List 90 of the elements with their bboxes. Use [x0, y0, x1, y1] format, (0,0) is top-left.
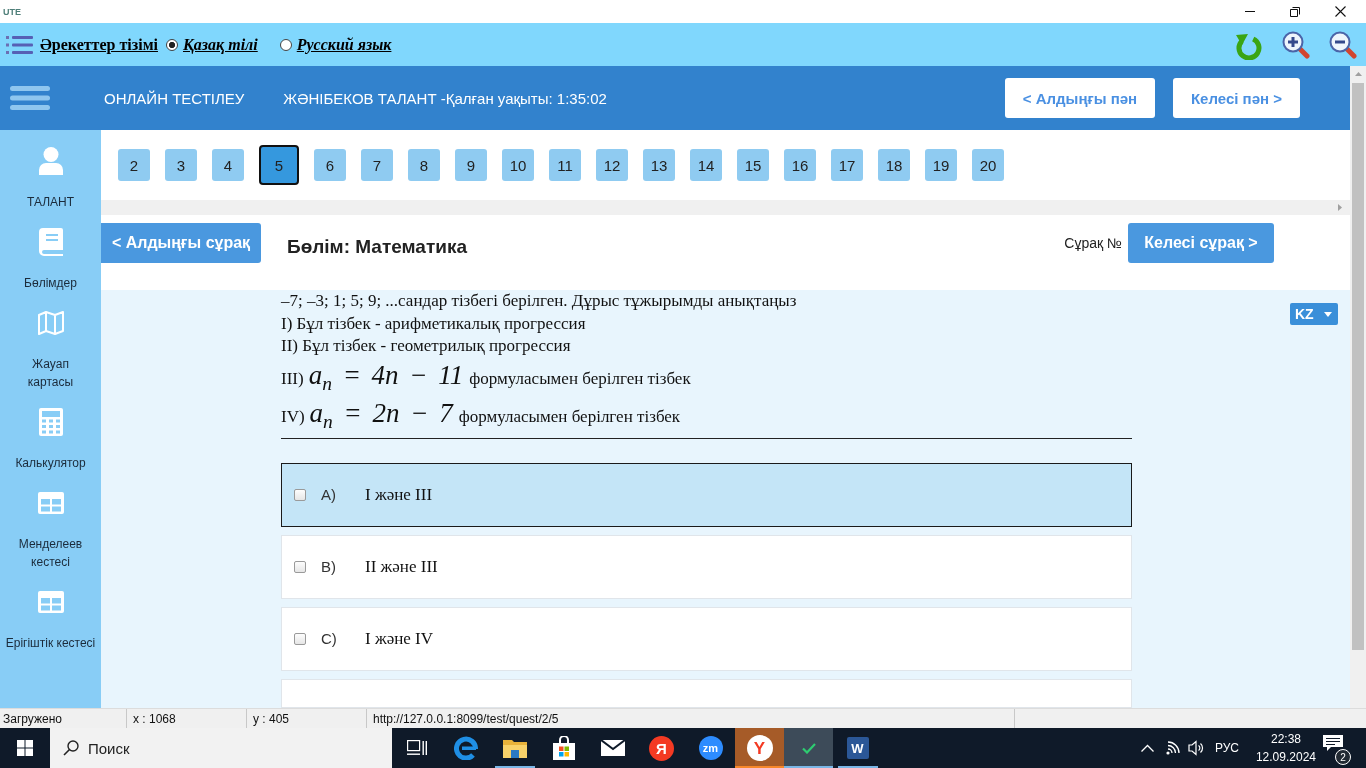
language-link[interactable]: Қазақ тілі — [183, 35, 258, 54]
statement-text: II) Бұл тізбек - геометрилық прогрессия — [281, 335, 572, 357]
question-number-button[interactable]: 6 — [314, 149, 346, 181]
app-title: ОНЛАЙН ТЕСТІЛЕУ — [104, 89, 245, 107]
question-number-button[interactable]: 8 — [408, 149, 440, 181]
table-icon — [37, 591, 64, 613]
question-number-label: Сұрақ № — [1064, 234, 1122, 253]
checkbox[interactable] — [294, 632, 306, 645]
question-number-button[interactable]: 18 — [878, 149, 910, 181]
question-number-button[interactable]: 19 — [925, 149, 957, 181]
question-number-button[interactable]: 3 — [165, 149, 197, 181]
option-text: I және III — [365, 484, 433, 505]
notification-badge: 2 — [1335, 749, 1351, 765]
clock-date[interactable]: 12.09.2024 — [1255, 748, 1316, 766]
search-icon — [63, 740, 79, 756]
close-icon[interactable] — [1335, 6, 1346, 17]
statement-text: III) a$_{n}$ = 4n − 11 формуласымен берілген тізбек — [281, 358, 692, 396]
notification-icon[interactable] — [1323, 735, 1343, 752]
folder-icon[interactable] — [502, 738, 527, 758]
answer-option[interactable]: B) II және III — [281, 534, 1132, 599]
url-text: http://127.0.0.1:8099/test/quest/2/5 — [373, 711, 559, 726]
question-number-button[interactable]: 20 — [972, 149, 1004, 181]
question-number-button[interactable]: 11 — [549, 149, 581, 181]
question-number-button[interactable]: 10 — [502, 149, 534, 181]
caret-down-icon — [1324, 311, 1332, 317]
question-number-button[interactable]: 15 — [737, 149, 769, 181]
answer-option[interactable]: C) I және IV — [281, 606, 1132, 671]
radio-button[interactable] — [166, 38, 178, 51]
chevron-up-icon[interactable] — [1140, 744, 1154, 752]
zoom-in-icon[interactable] — [1282, 30, 1310, 59]
app-icon[interactable]: Я — [649, 735, 674, 761]
cursor-y-text: y : 405 — [253, 711, 290, 726]
option-letter: A) — [321, 486, 336, 503]
sidebar-item[interactable]: Ерігіштік кестесі — [0, 571, 101, 652]
document-icon[interactable]: W — [846, 737, 869, 759]
option-letter: B) — [321, 558, 336, 575]
sidebar-item[interactable]: Менделеев кестесі — [0, 472, 101, 571]
question-number-button[interactable]: 4 — [212, 149, 244, 181]
envelope-icon[interactable] — [600, 740, 625, 756]
question-text: –7; –3; 1; 5; 9; ...сандар тізбегі берілген. Дұрыс тұжырымды анықтаңыз — [281, 290, 798, 312]
option-text: II және III — [365, 556, 438, 577]
list-icon[interactable] — [6, 35, 33, 54]
checkbox[interactable] — [294, 560, 306, 573]
section-title: Бөлім: Математика — [287, 235, 467, 259]
sidebar-item[interactable]: Жауап картасы — [0, 292, 101, 391]
user-icon — [38, 147, 63, 175]
question-number-button[interactable]: 16 — [784, 149, 816, 181]
speaker-icon[interactable] — [1187, 740, 1204, 756]
statement-text: IV) a$_{n}$ = 2n − 7 формуласымен берілген тізбек — [281, 396, 682, 434]
radio-button[interactable] — [279, 38, 292, 51]
shopping-bag-icon[interactable] — [552, 736, 575, 760]
task-view-icon[interactable] — [406, 740, 427, 756]
windows-icon[interactable] — [17, 740, 33, 756]
question-number-button[interactable]: 12 — [596, 149, 628, 181]
calculator-icon — [38, 408, 63, 436]
question-number-button[interactable]: 2 — [118, 149, 150, 181]
option-letter: C) — [321, 630, 337, 647]
cursor-x-text: x : 1068 — [133, 711, 176, 726]
app-name: UTE — [3, 6, 21, 17]
question-number-button[interactable]: 5 — [259, 145, 299, 185]
checkmark-icon[interactable] — [801, 742, 816, 754]
question-number-button[interactable]: 13 — [643, 149, 675, 181]
book-icon — [38, 228, 63, 256]
question-number-button[interactable]: 9 — [455, 149, 487, 181]
statement-text: I) Бұл тізбек - арифметикалық прогрессия — [281, 312, 587, 335]
actions-menu-link[interactable]: Әрекеттер тізімі — [40, 35, 158, 54]
zoom-out-icon[interactable] — [1329, 30, 1357, 59]
keyboard-language-text[interactable]: РУС — [1214, 741, 1239, 755]
clock-time[interactable]: 22:38 — [1270, 730, 1301, 748]
student-timer: ЖӘНІБЕКОВ ТАЛАНТ -Қалған уақыты: 1:35:02 — [283, 89, 607, 107]
language-link[interactable]: Русский язык — [296, 35, 392, 54]
question-number-button[interactable]: 17 — [831, 149, 863, 181]
browser-icon[interactable] — [453, 736, 478, 760]
sidebar-item[interactable]: Калькулятор — [0, 391, 101, 472]
sidebar-item[interactable]: ТАЛАНТ — [0, 130, 101, 211]
question-number-button[interactable]: 7 — [361, 149, 393, 181]
wifi-icon[interactable] — [1165, 741, 1180, 755]
table-icon — [37, 492, 64, 514]
status-text: Загружено — [3, 711, 62, 726]
question-number-button[interactable]: 14 — [690, 149, 722, 181]
option-text: I және IV — [365, 628, 434, 649]
app-icon[interactable]: Y — [746, 735, 773, 761]
scrollbar-thumb[interactable] — [1352, 83, 1364, 650]
checkbox[interactable] — [294, 488, 306, 501]
sidebar-item[interactable]: Бөлімдер — [0, 211, 101, 292]
taskbar-button[interactable]: Y — [735, 728, 784, 768]
search-field[interactable]: Поиск — [50, 728, 392, 768]
restore-icon[interactable] — [1290, 6, 1300, 17]
answer-option[interactable]: A) I және III — [281, 462, 1132, 527]
map-icon — [37, 311, 64, 335]
